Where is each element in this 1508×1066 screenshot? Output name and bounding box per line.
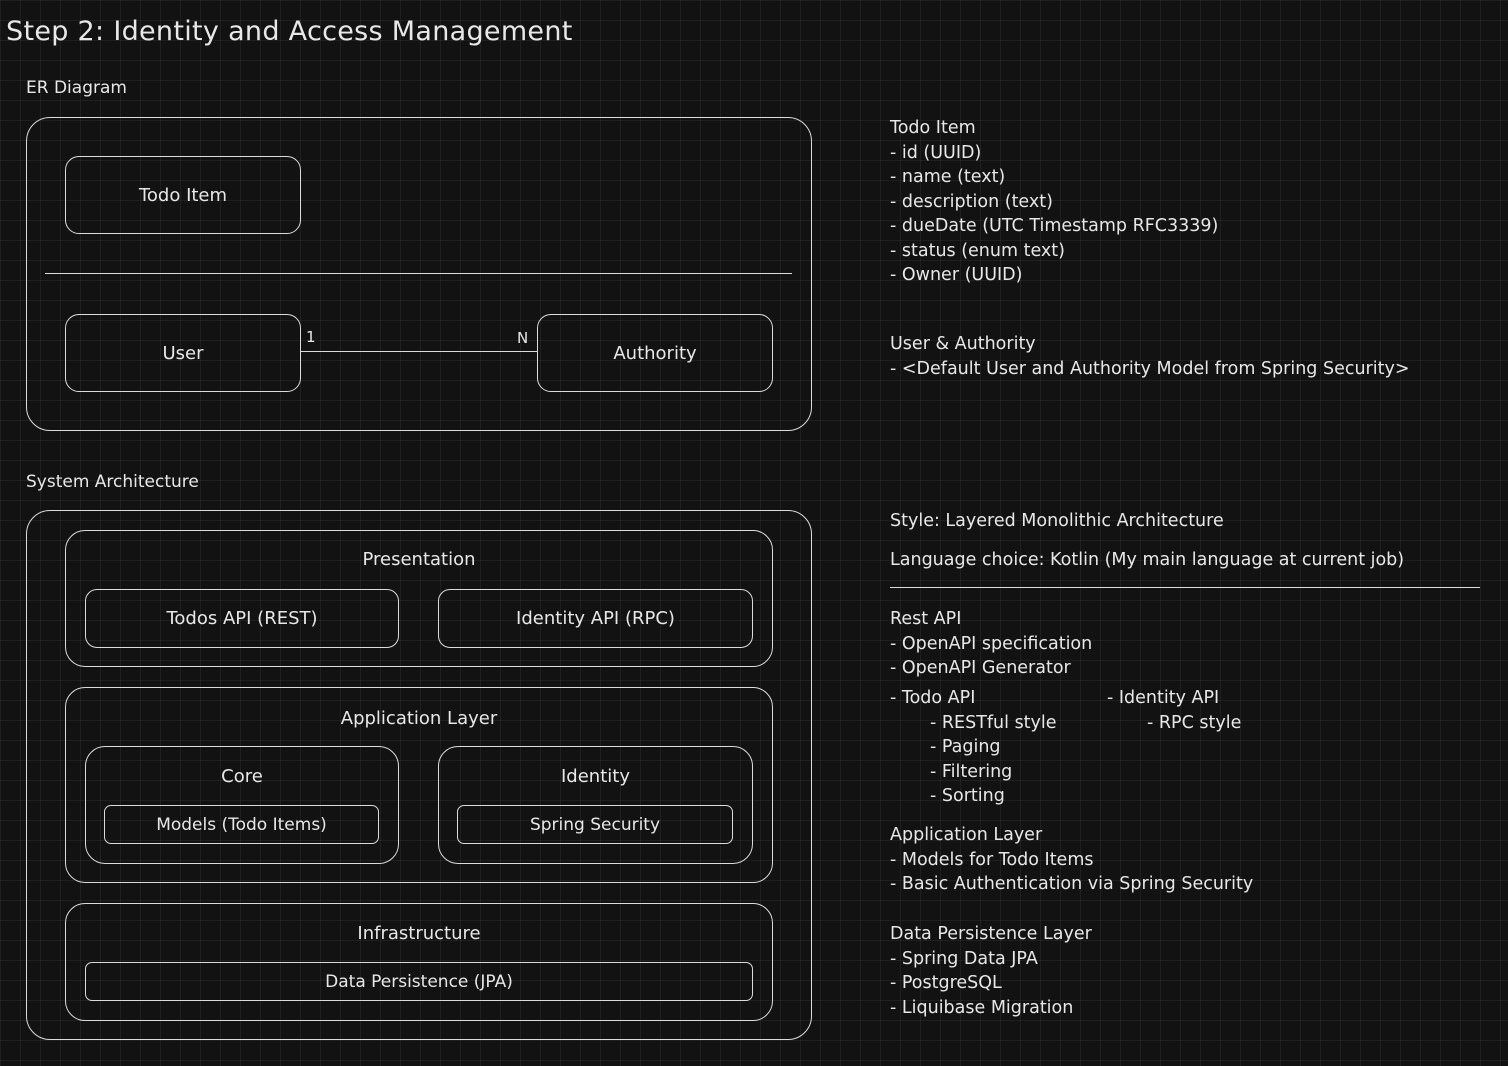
architecture-style-note: Style: Layered Monolithic Architecture [890,511,1224,531]
spring-security-box[interactable]: Spring Security [457,805,733,844]
er-divider [45,273,792,274]
todo-item-field: - name (text) [890,167,1006,187]
models-box[interactable]: Models (Todo Items) [104,805,379,844]
authority-entity[interactable]: Authority [537,314,773,392]
user-entity[interactable]: User [65,314,301,392]
data-persistence-label: Data Persistence (JPA) [325,971,513,992]
notes-divider [890,587,1480,588]
application-layer-notes: Application Layer - Models for Todo Item… [890,823,1253,897]
todo-item-notes-heading: Todo Item [890,118,976,138]
identity-api-notes: - Identity API - RPC style [1107,686,1241,735]
system-architecture-heading: System Architecture [26,472,199,492]
data-persistence-notes: Data Persistence Layer - Spring Data JPA… [890,922,1092,1020]
todo-item-field: - Owner (UUID) [890,265,1023,285]
application-layer-label: Application Layer [340,708,498,729]
models-label: Models (Todo Items) [156,814,327,835]
todo-item-field: - dueDate (UTC Timestamp RFC3339) [890,216,1219,236]
todo-api-note-line: - Sorting [930,786,1005,806]
todos-api-label: Todos API (REST) [166,608,318,629]
presentation-layer-label: Presentation [362,549,476,570]
todo-item-entity[interactable]: Todo Item [65,156,301,234]
data-persistence-notes-heading: Data Persistence Layer [890,924,1092,944]
page-title: Step 2: Identity and Access Management [6,16,573,47]
todo-api-note-heading: - Todo API [890,688,976,708]
todo-api-note-line: - RESTful style [930,712,1057,733]
identity-api-box[interactable]: Identity API (RPC) [438,589,753,648]
user-authority-note-line: - <Default User and Authority Model from… [890,358,1410,379]
identity-api-note-line: - RPC style [1147,712,1242,733]
application-layer-note-line: - Models for Todo Items [890,849,1094,870]
user-entity-label: User [162,342,204,364]
todo-api-note-line: - Filtering [930,761,1013,782]
cardinality-many: N [517,329,529,347]
todo-item-entity-label: Todo Item [138,184,228,206]
todo-item-field: - status (enum text) [890,240,1065,261]
data-persistence-box[interactable]: Data Persistence (JPA) [85,962,753,1001]
language-choice-note: Language choice: Kotlin (My main languag… [890,550,1405,570]
rest-api-notes: Rest API - OpenAPI specification - OpenA… [890,607,1092,681]
todo-item-field: - id (UUID) [890,142,982,163]
data-persistence-note-line: - Spring Data JPA [890,948,1038,969]
todo-item-notes: Todo Item - id (UUID) - name (text) - de… [890,116,1218,288]
user-authority-relation-line [301,351,537,352]
todo-api-note-line: - Paging [930,737,1001,757]
identity-api-label: Identity API (RPC) [516,608,675,629]
data-persistence-note-line: - Liquibase Migration [890,997,1074,1018]
identity-api-note-heading: - Identity API [1107,688,1220,708]
rest-api-note-line: - OpenAPI specification [890,633,1093,654]
er-diagram-heading: ER Diagram [26,78,127,98]
authority-entity-label: Authority [613,342,697,364]
user-authority-notes-heading: User & Authority [890,334,1036,354]
cardinality-one: 1 [306,328,316,346]
core-module-label: Core [221,766,263,787]
application-layer-notes-heading: Application Layer [890,825,1043,845]
spring-security-label: Spring Security [529,814,661,835]
application-layer-note-line: - Basic Authentication via Spring Securi… [890,874,1254,894]
infrastructure-layer-label: Infrastructure [357,923,481,944]
user-authority-notes: User & Authority - <Default User and Aut… [890,332,1410,381]
identity-module-label: Identity [561,766,630,787]
todo-api-notes: - Todo API - RESTful style - Paging - Fi… [890,686,1057,809]
data-persistence-note-line: - PostgreSQL [890,973,1002,993]
rest-api-note-line: - OpenAPI Generator [890,658,1071,678]
todo-item-field: - description (text) [890,191,1053,212]
rest-api-notes-heading: Rest API [890,609,962,629]
todos-api-box[interactable]: Todos API (REST) [85,589,399,648]
